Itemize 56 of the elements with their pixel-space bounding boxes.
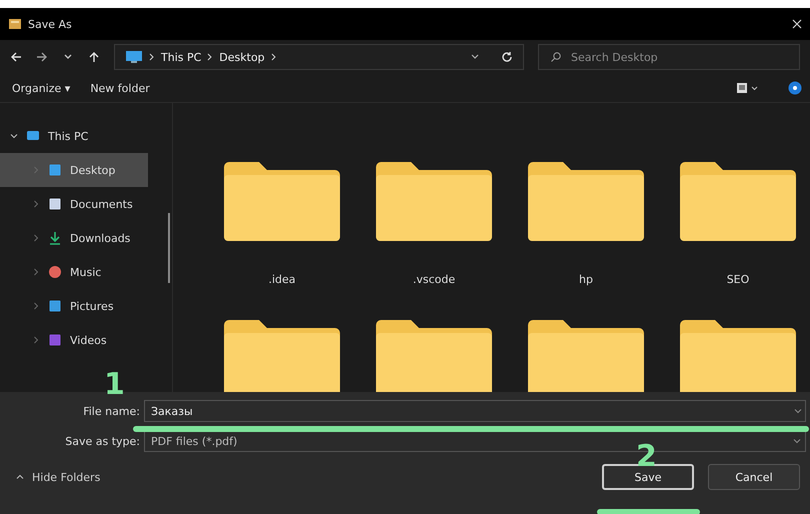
- chevron-right-icon: [207, 53, 214, 61]
- field-label: Save as type:: [64, 434, 140, 448]
- window-title: Save As: [28, 18, 72, 30]
- chevron-icon: [10, 132, 18, 140]
- chevron-icon: [32, 302, 40, 310]
- sidebar-item[interactable]: Documents: [0, 187, 148, 221]
- breadcrumb[interactable]: Desktop: [219, 50, 265, 64]
- folder-icon[interactable]: [224, 319, 340, 392]
- chevron-icon: [32, 336, 40, 344]
- search-icon: [550, 51, 562, 63]
- organize-menu-button[interactable]: Organize ▾: [8, 80, 74, 96]
- scrollbar[interactable]: [168, 213, 170, 283]
- view-icon[interactable]: [736, 82, 760, 94]
- chevron-right-icon: [270, 53, 277, 61]
- breadcrumb[interactable]: This PC: [161, 50, 202, 64]
- hide-folders-button[interactable]: Hide Folders: [16, 470, 100, 484]
- file-name-field[interactable]: Заказы: [144, 400, 806, 422]
- sidebar-item[interactable]: Pictures: [0, 289, 148, 323]
- file-name[interactable]: .vscode: [412, 273, 456, 286]
- address-bar[interactable]: This PC Desktop: [114, 44, 524, 70]
- chevron-down-icon: [793, 437, 801, 445]
- search-field[interactable]: Search Desktop: [538, 44, 800, 70]
- up-arrow-icon[interactable]: [88, 51, 100, 63]
- chevron-icon: [32, 200, 40, 208]
- cancel-button[interactable]: Cancel: [708, 464, 800, 490]
- sidebar-item[interactable]: Videos: [0, 323, 148, 357]
- file-name[interactable]: hp: [579, 273, 593, 286]
- back-arrow-icon[interactable]: [10, 51, 22, 63]
- file-name[interactable]: .idea: [268, 273, 296, 286]
- sidebar-item[interactable]: This PC: [0, 119, 148, 153]
- help-icon[interactable]: [788, 81, 802, 95]
- file-name[interactable]: SEO: [726, 273, 750, 286]
- folder-icon[interactable]: [680, 161, 796, 241]
- folder-icon[interactable]: [528, 161, 644, 241]
- chevron-icon: [32, 268, 40, 276]
- app-icon: [8, 17, 22, 31]
- close-icon[interactable]: [792, 19, 802, 29]
- chevron-icon: [32, 166, 40, 174]
- folder-icon[interactable]: [376, 161, 492, 241]
- chevron-down-icon: [794, 407, 802, 415]
- chevron-up-icon: [16, 473, 24, 481]
- folder-icon[interactable]: [528, 319, 644, 392]
- sidebar-item[interactable]: Music: [0, 255, 148, 289]
- folder-icon[interactable]: [376, 319, 492, 392]
- forward-arrow-icon[interactable]: [36, 51, 48, 63]
- annotation-number: 1: [104, 370, 125, 400]
- refresh-icon[interactable]: [501, 51, 513, 63]
- chevron-icon: [32, 234, 40, 242]
- folder-icon[interactable]: [680, 319, 796, 392]
- sidebar-item[interactable]: Downloads: [0, 221, 148, 255]
- folder-icon[interactable]: [224, 161, 340, 241]
- new-folder-button[interactable]: New folder: [86, 80, 154, 96]
- monitor-icon: [125, 50, 143, 64]
- sidebar-item[interactable]: Desktop: [0, 153, 148, 187]
- chevron-right-icon: [149, 53, 155, 61]
- field-label: File name:: [82, 404, 140, 418]
